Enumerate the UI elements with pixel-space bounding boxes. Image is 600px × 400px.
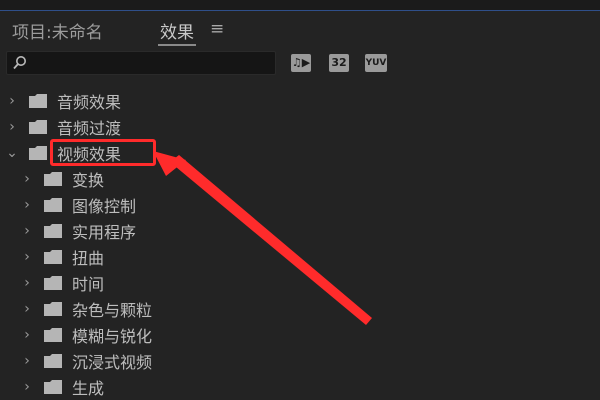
annotation-highlight-box	[50, 139, 156, 166]
tree-item-time[interactable]: › 时间	[0, 270, 500, 296]
panel-tab-bar: 项目:未命名 效果 ≡	[0, 12, 600, 46]
tree-item-audio-transitions[interactable]: › 音频过渡	[0, 114, 500, 140]
tree-item-image-control[interactable]: › 图像控制	[0, 192, 500, 218]
folder-icon	[44, 198, 62, 212]
folder-icon	[44, 380, 62, 394]
accelerated-effects-filter-button[interactable]: ♫▶	[291, 54, 311, 72]
chevron-right-icon[interactable]: ›	[21, 353, 33, 369]
chevron-down-icon[interactable]: ⌄	[6, 145, 18, 161]
tree-item-noise-grain[interactable]: › 杂色与颗粒	[0, 296, 500, 322]
tree-item-label: 变换	[72, 171, 105, 190]
folder-icon	[44, 276, 62, 290]
panel-menu-icon[interactable]: ≡	[210, 19, 224, 39]
tree-item-blur-sharpen[interactable]: › 模糊与锐化	[0, 322, 500, 348]
chevron-right-icon[interactable]: ›	[21, 275, 33, 291]
chevron-right-icon[interactable]: ›	[21, 171, 33, 187]
tree-item-label: 杂色与颗粒	[72, 301, 153, 320]
search-input[interactable]	[31, 52, 271, 76]
tab-effects-label: 效果	[160, 23, 194, 43]
tree-item-transform[interactable]: › 变换	[0, 166, 500, 192]
tree-item-label: 图像控制	[72, 197, 137, 216]
tree-item-label: 时间	[72, 275, 105, 294]
window-top-border	[0, 0, 600, 11]
chevron-right-icon[interactable]: ›	[6, 93, 18, 109]
32bit-color-filter-button[interactable]: 32	[329, 54, 349, 72]
chevron-right-icon[interactable]: ›	[21, 223, 33, 239]
folder-icon	[29, 120, 47, 134]
yuv-effects-filter-button[interactable]: YUV	[365, 54, 387, 72]
search-icon	[13, 56, 26, 70]
folder-icon	[29, 146, 47, 160]
chevron-right-icon[interactable]: ›	[21, 327, 33, 343]
tree-item-generate[interactable]: › 生成	[0, 374, 500, 400]
tree-item-immersive-video[interactable]: › 沉浸式视频	[0, 348, 500, 374]
tree-item-label: 音频效果	[57, 93, 122, 112]
chevron-right-icon[interactable]: ›	[21, 379, 33, 395]
chevron-right-icon[interactable]: ›	[21, 197, 33, 213]
folder-icon	[44, 224, 62, 238]
folder-icon	[29, 94, 47, 108]
active-tab-underline	[158, 44, 196, 46]
tree-item-utility[interactable]: › 实用程序	[0, 218, 500, 244]
tree-item-distort[interactable]: › 扭曲	[0, 244, 500, 270]
search-field[interactable]	[6, 51, 276, 76]
folder-icon	[44, 172, 62, 186]
folder-icon	[44, 354, 62, 368]
tree-item-label: 生成	[72, 379, 105, 398]
tree-item-label: 音频过渡	[57, 119, 122, 138]
chevron-right-icon[interactable]: ›	[6, 119, 18, 135]
tree-item-label: 扭曲	[72, 249, 105, 268]
chevron-right-icon[interactable]: ›	[21, 301, 33, 317]
folder-icon	[44, 250, 62, 264]
tree-item-label: 沉浸式视频	[72, 353, 153, 372]
folder-icon	[44, 328, 62, 342]
tab-project[interactable]: 项目:未命名	[12, 18, 103, 43]
tree-item-audio-effects[interactable]: › 音频效果	[0, 88, 500, 114]
tree-item-label: 实用程序	[72, 223, 137, 242]
tree-item-label: 模糊与锐化	[72, 327, 153, 346]
chevron-right-icon[interactable]: ›	[21, 249, 33, 265]
tab-effects[interactable]: 效果	[158, 18, 196, 46]
folder-icon	[44, 302, 62, 316]
